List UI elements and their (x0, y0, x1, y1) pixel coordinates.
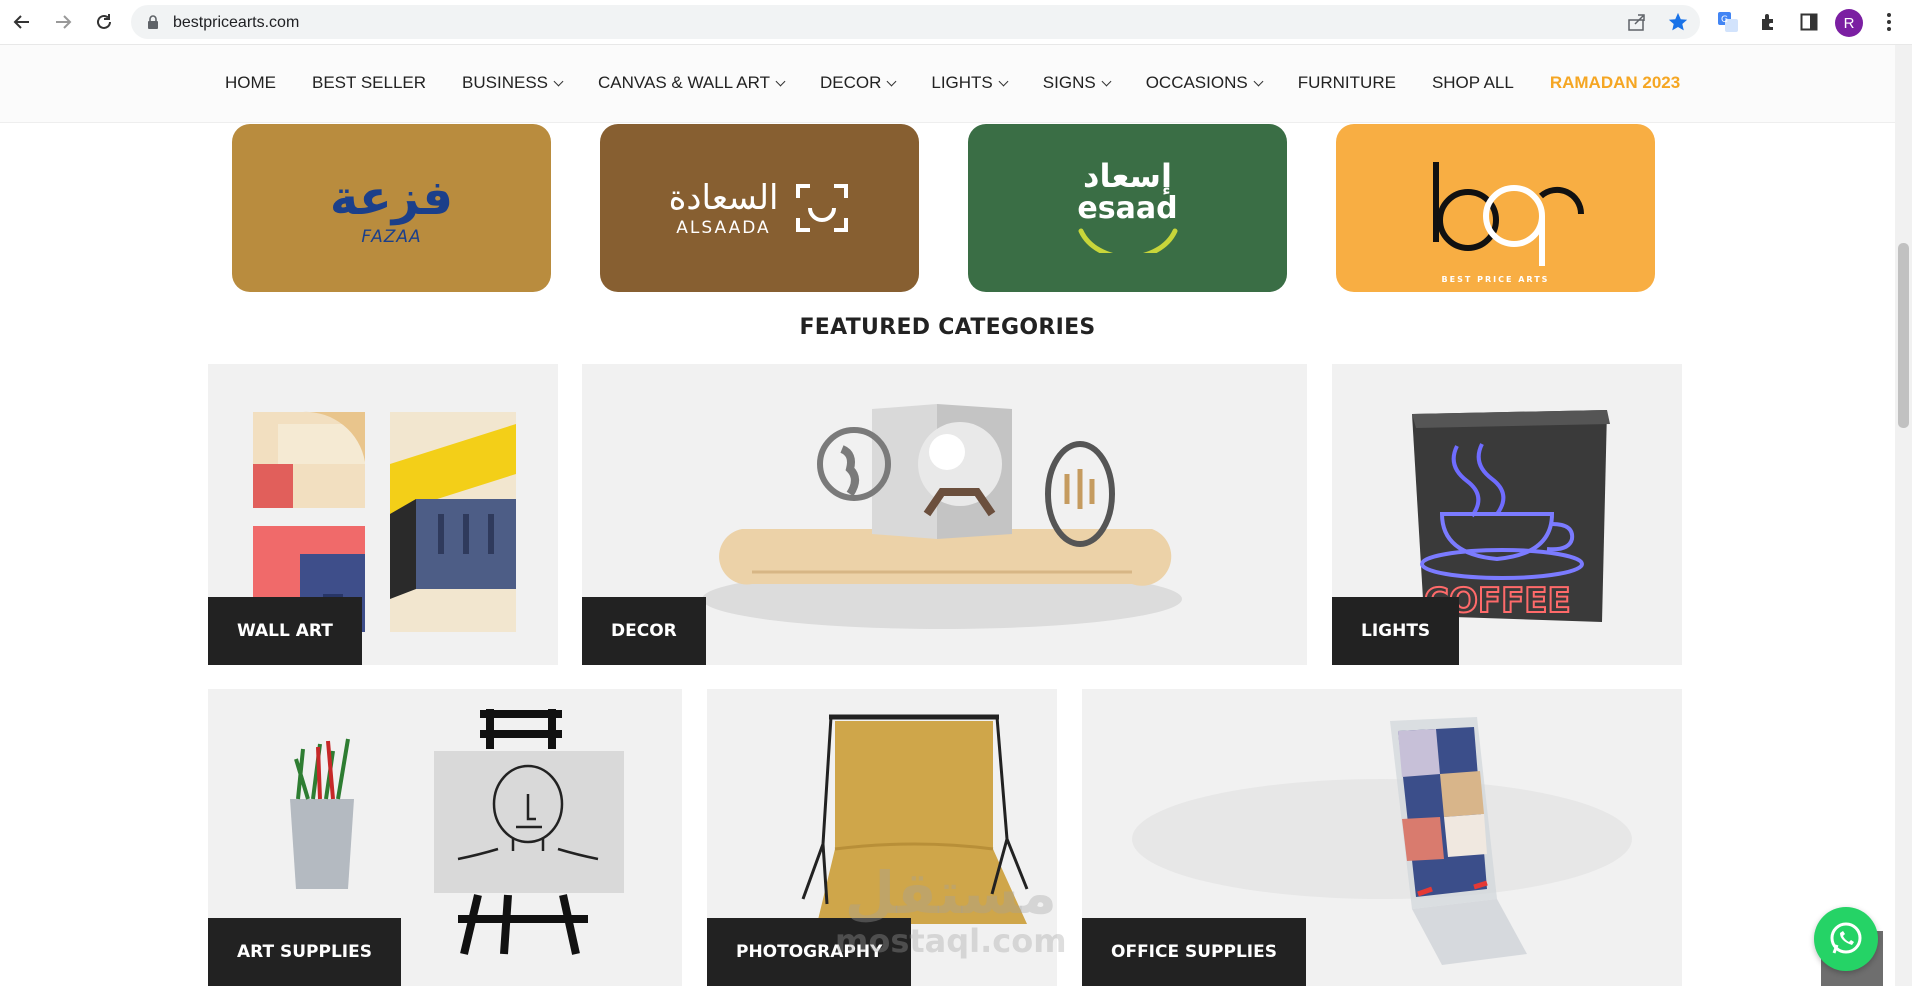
bpa-latin-wordmark: BEST PRICE ARTS (1441, 275, 1550, 284)
bookmark-star-icon[interactable] (1667, 11, 1689, 38)
address-bar[interactable]: bestpricearts.com (131, 5, 1700, 39)
watermark-arabic: مستقل (844, 859, 1057, 927)
fazaa-latin-wordmark: FAZAA (361, 227, 422, 247)
translate-icon[interactable]: G (1716, 10, 1740, 34)
category-tile-art-supplies[interactable]: ART SUPPLIES (208, 689, 682, 986)
chevron-down-icon (1253, 76, 1264, 86)
category-label-art-supplies[interactable]: ART SUPPLIES (208, 918, 401, 986)
partner-esaad-logo[interactable]: إسعاد esaad (968, 124, 1287, 292)
category-tile-wall-art[interactable]: WALL ART (208, 364, 558, 665)
category-tile-office-supplies[interactable]: OFFICE SUPPLIES (1082, 689, 1682, 986)
share-icon[interactable] (1627, 13, 1647, 36)
partner-fazaa-logo[interactable]: فزعة FAZAA (232, 124, 551, 292)
lock-icon[interactable] (147, 14, 159, 35)
nav-shop-all[interactable]: SHOP ALL (1432, 73, 1514, 93)
nav-furniture[interactable]: FURNITURE (1298, 73, 1396, 93)
bpa-monogram-icon (1433, 162, 1585, 266)
site-navigation: HOME BEST SELLER BUSINESS CANVAS & WALL … (0, 45, 1895, 123)
watermark-latin: mostaql.com (835, 922, 1067, 960)
alsaada-latin-wordmark: ALSAADA (676, 218, 771, 238)
category-label-wall-art[interactable]: WALL ART (208, 597, 362, 665)
back-icon[interactable] (10, 10, 34, 34)
whatsapp-chat-button[interactable] (1814, 907, 1878, 971)
chevron-down-icon (553, 76, 564, 86)
chevron-down-icon (886, 76, 897, 86)
esaad-arabic-wordmark: إسعاد (1083, 156, 1172, 195)
nav-lights[interactable]: LIGHTS (931, 73, 1009, 93)
alsaada-arabic-wordmark: السعادة (668, 178, 779, 218)
profile-avatar[interactable]: R (1835, 9, 1863, 37)
category-tile-decor[interactable]: DECOR (582, 364, 1307, 665)
fazaa-arabic-wordmark: فزعة (329, 170, 454, 226)
chevron-down-icon (998, 76, 1009, 86)
extensions-puzzle-icon[interactable] (1757, 10, 1781, 34)
watermark: مستقل mostaql.com (835, 862, 1067, 958)
nav-ramadan-2023[interactable]: RAMADAN 2023 (1550, 73, 1680, 93)
page-scrollbar-track[interactable] (1895, 45, 1912, 986)
featured-categories-title: FEATURED CATEGORIES (799, 315, 1096, 340)
chevron-down-icon (775, 76, 786, 86)
category-label-decor[interactable]: DECOR (582, 597, 706, 665)
category-label-lights[interactable]: LIGHTS (1332, 597, 1460, 665)
nav-best-seller[interactable]: BEST SELLER (312, 73, 426, 93)
whatsapp-icon (1830, 922, 1862, 954)
main-menu: HOME BEST SELLER BUSINESS CANVAS & WALL … (225, 73, 1716, 93)
nav-occasions[interactable]: OCCASIONS (1146, 73, 1264, 93)
nav-home[interactable]: HOME (225, 73, 276, 93)
nav-business[interactable]: BUSINESS (462, 73, 564, 93)
chevron-down-icon (1101, 76, 1112, 86)
esaad-smile-icon (1078, 228, 1177, 260)
esaad-latin-wordmark: esaad (1077, 190, 1178, 226)
alsaada-smile-bracket-icon (796, 184, 849, 232)
nav-canvas-wall-art[interactable]: CANVAS & WALL ART (598, 73, 786, 93)
partner-best-price-arts-logo[interactable]: BEST PRICE ARTS (1336, 124, 1655, 292)
category-label-office-supplies[interactable]: OFFICE SUPPLIES (1082, 918, 1306, 986)
partner-alsaada-logo[interactable]: السعادة ALSAADA (600, 124, 919, 292)
reload-icon[interactable] (92, 10, 116, 34)
page-scrollbar-thumb[interactable] (1898, 243, 1909, 428)
forward-icon[interactable] (51, 10, 75, 34)
svg-text:G: G (1721, 15, 1728, 25)
nav-decor[interactable]: DECOR (820, 73, 897, 93)
browser-menu-icon[interactable] (1877, 10, 1901, 34)
side-panel-icon[interactable] (1797, 10, 1821, 34)
browser-toolbar: bestpricearts.com G R (0, 0, 1912, 45)
category-tile-lights[interactable]: COFFEE LIGHTS (1332, 364, 1682, 665)
nav-signs[interactable]: SIGNS (1043, 73, 1112, 93)
url-text: bestpricearts.com (173, 14, 300, 31)
